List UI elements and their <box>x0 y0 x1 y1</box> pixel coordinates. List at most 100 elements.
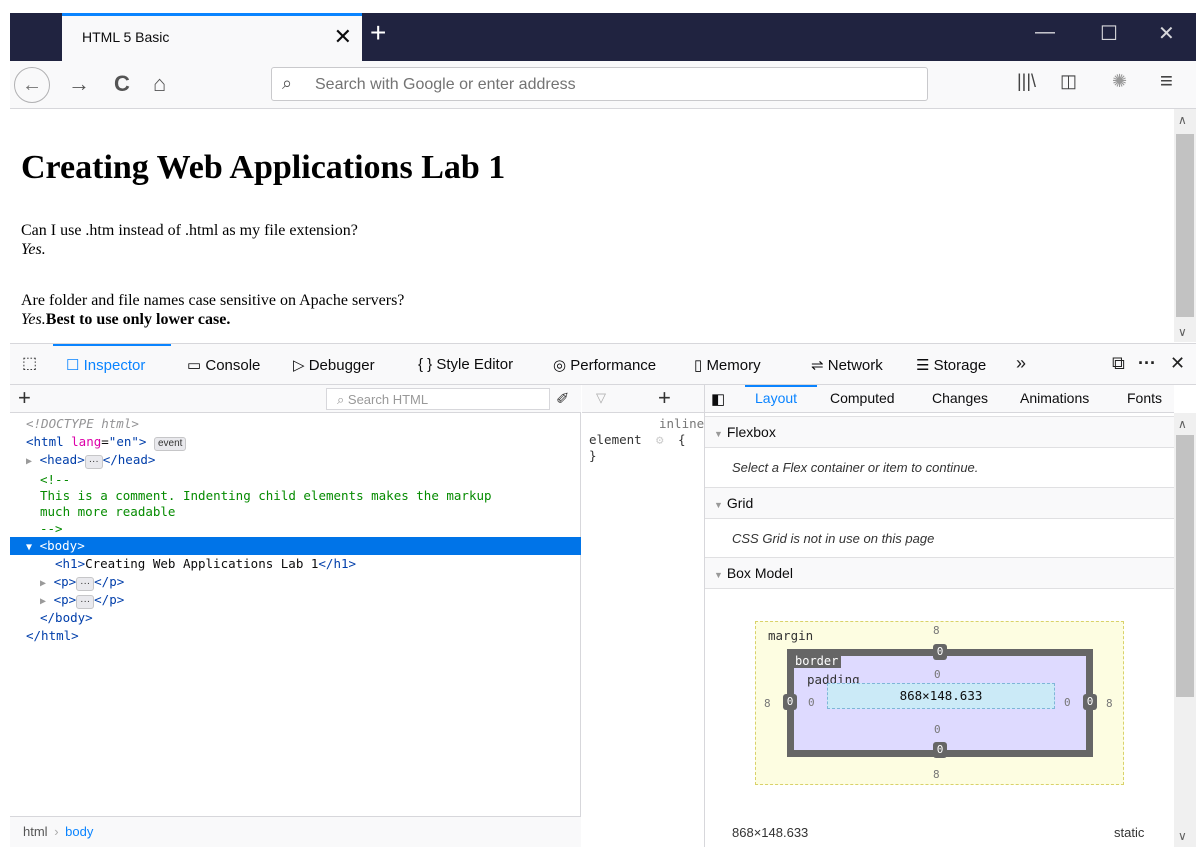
expand-p-icon[interactable]: ▶ <box>40 578 46 589</box>
browser-tab[interactable]: HTML 5 Basic ✕ <box>62 13 362 61</box>
new-tab-button[interactable]: + <box>370 17 386 49</box>
box-model-header[interactable]: ▼ Box Model <box>705 557 1174 589</box>
ellipsis-badge[interactable]: ··· <box>76 595 95 609</box>
reload-button[interactable]: C <box>114 71 130 97</box>
pick-element-icon[interactable]: ⬚ <box>22 353 37 373</box>
sidebar-scroll-up-icon[interactable]: ∧ <box>1178 417 1187 431</box>
add-rule-icon[interactable]: + <box>658 385 671 411</box>
comment-start: <!-- <box>40 472 71 487</box>
tab-storage[interactable]: ☰ Storage <box>916 356 986 374</box>
addon-icon[interactable]: ✺ <box>1112 71 1127 92</box>
markup-toolbar: + ⌕ Search HTML ✐ <box>10 385 581 413</box>
tab-performance[interactable]: ◎ Performance <box>553 356 656 374</box>
margin-left[interactable]: 8 <box>764 697 771 710</box>
padding-top[interactable]: 0 <box>934 668 941 681</box>
tree-line-body-close[interactable]: </body> <box>10 609 581 627</box>
box-position: static <box>1114 825 1145 840</box>
sidebar-scrollbar[interactable]: ∧ ∨ <box>1174 413 1196 847</box>
box-model-margin[interactable]: margin 8 8 8 8 border 0 0 0 0 padding 0 … <box>755 621 1124 785</box>
breadcrumb-body[interactable]: body <box>65 824 93 839</box>
tab-console[interactable]: ▭ Console <box>187 356 260 374</box>
eyedropper-icon[interactable]: ✐ <box>556 389 569 409</box>
maximize-icon[interactable]: ☐ <box>1100 21 1118 46</box>
breadcrumb-html[interactable]: html <box>23 824 48 839</box>
tree-line-html[interactable]: <html lang="en"> event <box>10 433 581 451</box>
expand-p-icon[interactable]: ▶ <box>40 596 46 607</box>
margin-bottom[interactable]: 8 <box>933 768 940 781</box>
window-close-icon[interactable]: ✕ <box>1158 21 1175 46</box>
tab-close-icon[interactable]: ✕ <box>334 24 352 50</box>
border-bottom[interactable]: 0 <box>933 742 947 758</box>
home-button[interactable]: ⌂ <box>153 71 166 97</box>
minimize-icon[interactable]: — <box>1035 21 1055 44</box>
flexbox-header[interactable]: ▼ Flexbox <box>705 416 1174 448</box>
collapse-body-icon[interactable]: ▼ <box>26 542 32 553</box>
tab-memory[interactable]: ▯ Memory <box>694 356 761 374</box>
page-scrollbar[interactable]: ∧ ∨ <box>1174 109 1196 342</box>
comment-text-1: This is a comment. Indenting child eleme… <box>40 488 492 503</box>
menu-icon[interactable]: ≡ <box>1160 68 1173 94</box>
tree-line-comment-4[interactable]: --> <box>10 520 581 538</box>
tree-line-head[interactable]: ▶ <head> ··· </head> <box>10 451 581 469</box>
margin-right[interactable]: 8 <box>1106 697 1113 710</box>
tab-changes[interactable]: Changes <box>932 390 988 406</box>
p-end-tag: </p> <box>94 592 125 607</box>
border-left[interactable]: 0 <box>783 694 797 710</box>
expand-head-icon[interactable]: ▶ <box>26 456 32 467</box>
tree-line-doctype[interactable]: <!DOCTYPE html> <box>10 415 581 433</box>
margin-top[interactable]: 8 <box>933 624 940 637</box>
tab-network[interactable]: ⇌ Network <box>811 356 883 374</box>
tab-layout[interactable]: Layout <box>755 390 797 406</box>
sidebar-icon[interactable]: ◫ <box>1060 71 1077 92</box>
debugger-icon: ▷ <box>293 357 305 374</box>
box-model-border[interactable]: border 0 0 0 0 padding 0 0 0 0 868×148.6… <box>783 644 1097 758</box>
more-tabs-icon[interactable]: » <box>1016 353 1026 374</box>
sidebar-scroll-down-icon[interactable]: ∨ <box>1178 829 1187 843</box>
sidebar-scroll-thumb[interactable] <box>1176 435 1194 697</box>
padding-left[interactable]: 0 <box>808 696 815 709</box>
tab-animations[interactable]: Animations <box>1020 390 1089 406</box>
nav-bar: ← → C ⌂ ⌕ Search with Google or enter ad… <box>10 61 1196 109</box>
tab-fonts[interactable]: Fonts <box>1127 390 1162 406</box>
forward-button[interactable]: → <box>68 71 90 97</box>
answer-2-em: Yes. <box>21 311 46 328</box>
tree-line-comment-3[interactable]: much more readable <box>10 503 581 521</box>
tree-line-p-1[interactable]: ▶ <p> ··· </p> <box>10 573 581 591</box>
border-top[interactable]: 0 <box>933 644 947 660</box>
page-scroll-thumb[interactable] <box>1176 134 1194 317</box>
dock-icon[interactable]: ⧉ <box>1112 353 1125 374</box>
event-badge[interactable]: event <box>153 437 187 451</box>
grid-message: CSS Grid is not in use on this page <box>732 531 935 546</box>
scroll-down-icon[interactable]: ∨ <box>1178 325 1187 339</box>
gear-icon[interactable]: ⚙ <box>656 432 664 447</box>
flexbox-message: Select a Flex container or item to conti… <box>732 460 979 475</box>
box-model-content[interactable]: 868×148.633 <box>827 683 1055 709</box>
padding-right[interactable]: 0 <box>1064 696 1071 709</box>
search-html-input[interactable]: ⌕ Search HTML <box>326 388 550 410</box>
grid-header[interactable]: ▼ Grid <box>705 487 1174 519</box>
padding-bottom[interactable]: 0 <box>934 723 941 736</box>
tab-debugger[interactable]: ▷ Debugger <box>293 356 375 374</box>
address-bar[interactable]: ⌕ Search with Google or enter address <box>271 67 928 101</box>
scroll-up-icon[interactable]: ∧ <box>1178 113 1187 127</box>
toggle-sidebar-icon[interactable]: ◧ <box>711 390 725 408</box>
back-button[interactable]: ← <box>14 67 50 103</box>
collapse-flexbox-icon: ▼ <box>714 429 723 439</box>
add-node-icon[interactable]: + <box>18 385 31 411</box>
tree-line-p-2[interactable]: ▶ <p> ··· </p> <box>10 591 581 609</box>
tree-line-html-close[interactable]: </html> <box>10 627 581 645</box>
tab-inspector-label: Inspector <box>83 357 146 374</box>
tree-line-body-selected[interactable]: ▼ <body> <box>10 537 581 555</box>
border-right[interactable]: 0 <box>1083 694 1097 710</box>
library-icon[interactable]: |||\ <box>1017 71 1036 92</box>
tab-inspector[interactable]: ☐ Inspector <box>66 356 145 374</box>
devtools-close-icon[interactable]: ✕ <box>1170 353 1185 374</box>
overflow-menu-icon[interactable]: ··· <box>1138 353 1156 374</box>
ellipsis-badge[interactable]: ··· <box>84 455 103 469</box>
tab-style-editor[interactable]: { } Style Editor <box>418 356 513 373</box>
address-placeholder: Search with Google or enter address <box>315 76 576 93</box>
filter-icon[interactable]: ▽ <box>596 390 606 406</box>
ellipsis-badge[interactable]: ··· <box>76 577 95 591</box>
tree-line-h1[interactable]: <h1>Creating Web Applications Lab 1</h1> <box>10 555 581 573</box>
tab-computed[interactable]: Computed <box>830 390 895 406</box>
